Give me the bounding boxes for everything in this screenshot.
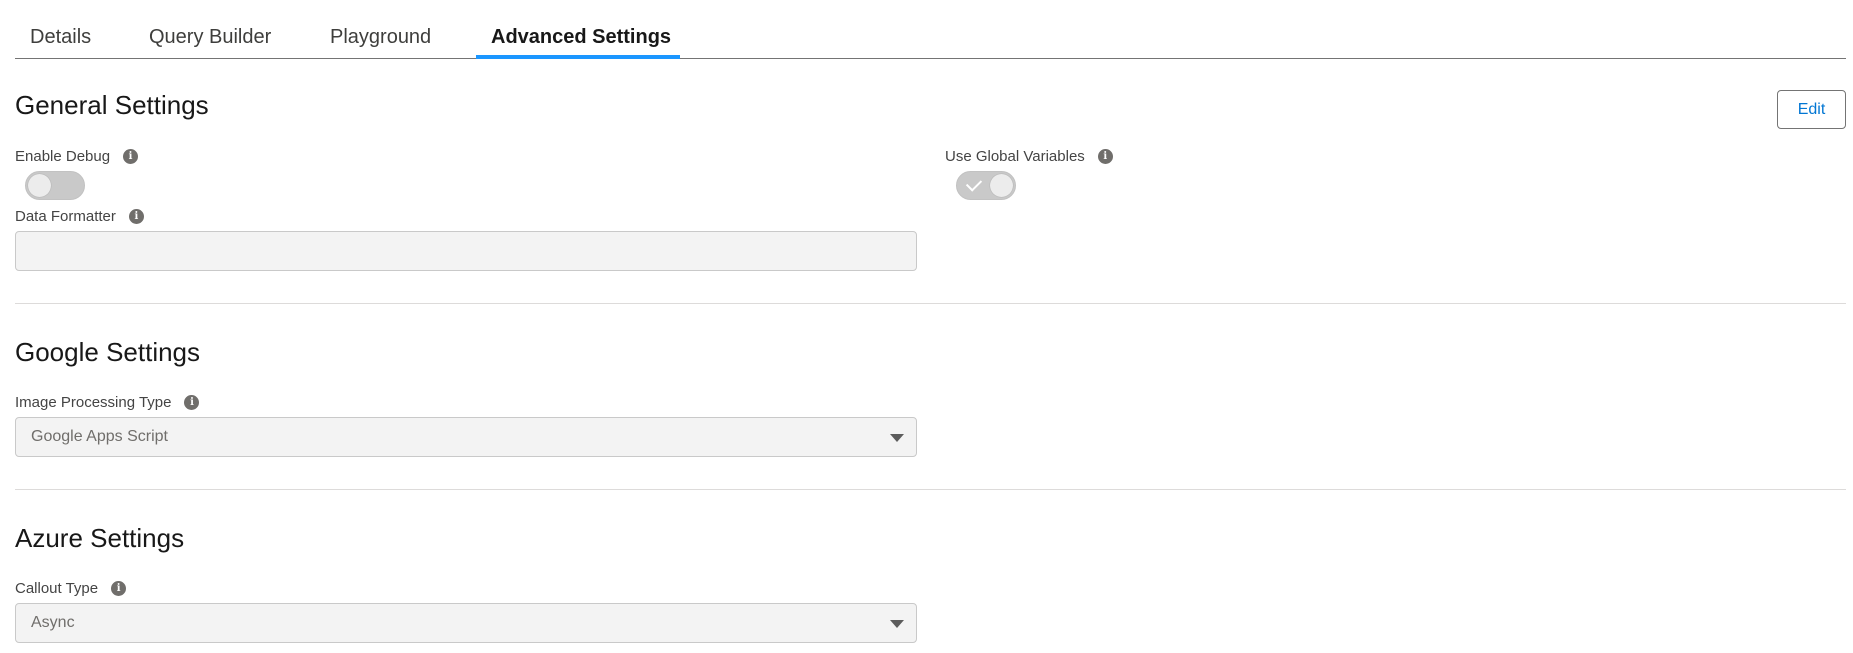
advanced-settings-page: Details Query Builder Playground Advance…: [0, 0, 1853, 653]
general-settings-title: General Settings: [15, 90, 209, 120]
enable-debug-toggle[interactable]: [25, 171, 85, 200]
callout-type-label-text: Callout Type: [15, 580, 99, 597]
info-icon[interactable]: i: [123, 149, 139, 164]
image-processing-type-value: Google Apps Script: [31, 428, 168, 445]
data-formatter-label: Data Formatter i: [15, 208, 144, 225]
edit-button[interactable]: Edit: [1777, 90, 1846, 129]
info-icon[interactable]: i: [1097, 149, 1113, 164]
callout-type-select[interactable]: Async: [15, 603, 917, 643]
tab-query-builder[interactable]: Query Builder: [134, 0, 286, 59]
data-formatter-input[interactable]: [15, 231, 917, 271]
tab-advanced-settings[interactable]: Advanced Settings: [476, 0, 680, 59]
info-icon[interactable]: i: [128, 209, 144, 224]
info-icon[interactable]: i: [184, 395, 200, 410]
info-icon[interactable]: i: [111, 581, 127, 596]
image-processing-type-label: Image Processing Type i: [15, 394, 200, 411]
tab-details[interactable]: Details: [15, 0, 106, 59]
data-formatter-label-text: Data Formatter: [15, 208, 116, 225]
image-processing-type-label-text: Image Processing Type: [15, 394, 172, 411]
enable-debug-label: Enable Debug i: [15, 148, 139, 165]
enable-debug-label-text: Enable Debug: [15, 148, 111, 165]
toggle-knob: [990, 174, 1013, 197]
callout-type-value: Async: [31, 614, 75, 631]
toggle-knob: [28, 174, 51, 197]
chevron-down-icon: [890, 434, 904, 442]
section-divider: [15, 489, 1846, 490]
chevron-down-icon: [890, 620, 904, 628]
tab-playground[interactable]: Playground: [315, 0, 446, 59]
tab-bar: Details Query Builder Playground Advance…: [15, 0, 1846, 59]
callout-type-label: Callout Type i: [15, 580, 127, 597]
image-processing-type-select[interactable]: Google Apps Script: [15, 417, 917, 457]
use-global-variables-label-text: Use Global Variables: [945, 148, 1085, 165]
azure-settings-title: Azure Settings: [15, 523, 185, 553]
use-global-variables-label: Use Global Variables i: [945, 148, 1113, 165]
check-icon: [965, 175, 983, 192]
section-divider: [15, 303, 1846, 304]
use-global-variables-toggle[interactable]: [956, 171, 1016, 200]
google-settings-title: Google Settings: [15, 337, 201, 367]
